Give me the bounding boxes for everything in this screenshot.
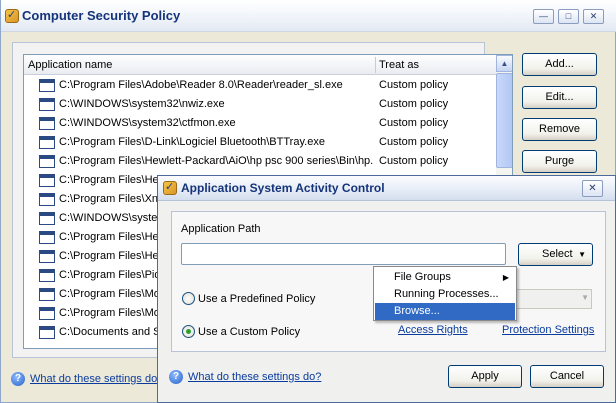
column-divider[interactable] — [375, 57, 376, 73]
application-path-label: Application Path — [181, 223, 261, 235]
application-icon — [39, 307, 55, 320]
application-path: C:\Program Files\Adobe\Reader 8.0\Reader… — [59, 79, 343, 91]
application-icon — [39, 79, 55, 92]
predefined-policy-combo — [509, 289, 592, 309]
application-icon — [39, 269, 55, 282]
minimize-button[interactable]: — — [533, 9, 554, 24]
application-icon — [39, 117, 55, 130]
column-treat-as[interactable]: Treat as — [379, 59, 419, 71]
table-row[interactable]: C:\Program Files\D-Link\Logiciel Bluetoo… — [24, 133, 496, 152]
dialog-close-button[interactable]: ✕ — [582, 180, 603, 197]
help-icon: ? — [11, 372, 25, 386]
maximize-button[interactable]: □ — [558, 9, 579, 24]
table-row[interactable]: C:\Program Files\Adobe\Reader 8.0\Reader… — [24, 76, 496, 95]
application-icon — [39, 326, 55, 339]
table-row[interactable]: C:\WINDOWS\system32\ctfmon.exe Custom pol… — [24, 114, 496, 133]
close-button[interactable]: ✕ — [583, 9, 604, 24]
application-path: C:\Program Files\Hewlett-Packard\AiO\hp … — [59, 155, 374, 167]
application-icon — [39, 193, 55, 206]
scroll-thumb[interactable] — [496, 73, 512, 168]
custom-policy-radio[interactable] — [182, 325, 195, 338]
application-icon — [39, 136, 55, 149]
dialog-title: Application System Activity Control — [181, 181, 385, 195]
application-icon — [39, 174, 55, 187]
dropdown-arrow-icon: ▼ — [578, 250, 586, 259]
remove-button[interactable]: Remove — [522, 118, 597, 141]
help-icon: ? — [169, 370, 183, 384]
shield-check-icon — [163, 180, 177, 195]
menu-item-file-groups[interactable]: File Groups ▶ — [375, 269, 515, 286]
scroll-up-icon[interactable]: ▲ — [496, 55, 512, 72]
access-rights-link[interactable]: Access Rights — [398, 324, 468, 336]
application-icon — [39, 231, 55, 244]
treat-as-value: Custom policy — [379, 136, 449, 148]
protection-settings-link[interactable]: Protection Settings — [502, 324, 594, 336]
application-icon — [39, 212, 55, 225]
submenu-arrow-icon: ▶ — [502, 273, 509, 282]
application-path: C:\Program Files\D-Link\Logiciel Bluetoo… — [59, 136, 325, 148]
application-icon — [39, 155, 55, 168]
application-icon — [39, 250, 55, 263]
predefined-policy-radio[interactable] — [182, 292, 195, 305]
select-context-menu: File Groups ▶ Running Processes... Brows… — [373, 266, 517, 321]
treat-as-value: Custom policy — [379, 155, 449, 167]
application-path: C:\WINDOWS\system32\nwiz.exe — [59, 98, 225, 110]
application-icon — [39, 288, 55, 301]
dialog-titlebar[interactable]: Application System Activity Control ✕ — [158, 176, 615, 201]
select-button[interactable]: Select ▼ — [518, 243, 593, 266]
treat-as-value: Custom policy — [379, 98, 449, 110]
dialog-help-link[interactable]: What do these settings do? — [188, 371, 321, 383]
purge-button[interactable]: Purge — [522, 150, 597, 173]
menu-item-browse[interactable]: Browse... — [375, 303, 515, 320]
menu-item-label: File Groups — [394, 271, 451, 283]
table-row[interactable]: C:\Program Files\Hewlett-Packard\AiO\hp … — [24, 152, 496, 171]
treat-as-value: Custom policy — [379, 117, 449, 129]
application-path-input[interactable] — [181, 243, 506, 265]
main-help-link[interactable]: What do these settings do? — [30, 373, 163, 385]
menu-item-running-processes[interactable]: Running Processes... — [375, 286, 515, 303]
predefined-policy-label[interactable]: Use a Predefined Policy — [198, 293, 315, 305]
add-button[interactable]: Add... — [522, 53, 597, 76]
menu-item-label: Browse... — [394, 305, 440, 317]
custom-policy-label[interactable]: Use a Custom Policy — [198, 326, 300, 338]
application-path: C:\WINDOWS\system32\ctfmon.exe — [59, 117, 236, 129]
column-application-name[interactable]: Application name — [28, 59, 112, 71]
table-row[interactable]: C:\WINDOWS\system32\nwiz.exe Custom polic… — [24, 95, 496, 114]
main-titlebar[interactable]: Computer Security Policy — □ ✕ — [1, 0, 616, 32]
shield-check-icon — [5, 8, 19, 23]
window-title: Computer Security Policy — [22, 8, 181, 23]
treat-as-value: Custom policy — [379, 79, 449, 91]
apply-button[interactable]: Apply — [448, 365, 522, 388]
select-button-label: Select — [542, 248, 573, 260]
menu-item-label: Running Processes... — [394, 288, 499, 300]
edit-button[interactable]: Edit... — [522, 86, 597, 109]
list-header: Application name Treat as — [24, 55, 496, 75]
application-icon — [39, 98, 55, 111]
cancel-button[interactable]: Cancel — [530, 365, 604, 388]
